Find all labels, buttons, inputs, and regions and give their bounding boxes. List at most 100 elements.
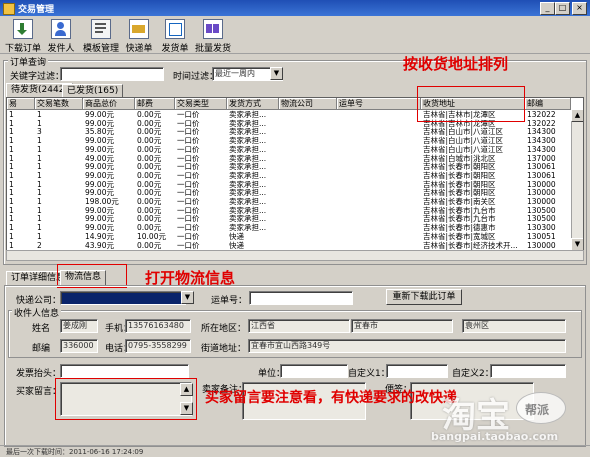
- table-cell: [279, 180, 336, 189]
- table-cell: [279, 197, 336, 206]
- tab-shipped[interactable]: 已发货(165): [62, 84, 124, 98]
- table-cell: 14.90元: [85, 231, 114, 241]
- table-cell: 130000: [527, 179, 556, 189]
- table-cell: 130000: [527, 240, 556, 250]
- redownload-order-button[interactable]: 重新下载此订单: [386, 289, 462, 305]
- street-address-field[interactable]: 宜春市宜山西路349号: [248, 339, 566, 353]
- scroll-up-arrow[interactable]: ▲: [571, 109, 583, 122]
- sender-icon: [51, 19, 71, 39]
- minimize-button[interactable]: _: [540, 2, 555, 15]
- table-cell: [337, 119, 420, 128]
- table-row[interactable]: 1 1 99.00元 0.00元 一口价 卖家承担... 吉林省|白山市|八道江区 13430…: [7, 136, 571, 145]
- city-field[interactable]: 宜春市: [351, 319, 453, 333]
- column-header[interactable]: 易: [7, 98, 35, 110]
- invoice-title-input[interactable]: [60, 364, 189, 378]
- table-row[interactable]: 1 1 198.00元 0.00元 一口价 卖家承担... 吉林省|长春市|南关区 13000…: [7, 197, 571, 206]
- table-row[interactable]: 1 1 99.00元 0.00元 一口价 卖家承担... 吉林省|白山市|八道江区 13430…: [7, 145, 571, 154]
- chevron-down-icon[interactable]: ▼: [181, 291, 194, 304]
- table-scrollbar[interactable]: ▲ ▼: [571, 109, 583, 251]
- buyer-message-annotation: 买家留言要注意看，有快递要求的改快递: [205, 390, 457, 406]
- table-row[interactable]: 1 1 14.90元 10.00元 一口价 快递 吉林省|长春市|宽城区 130051: [7, 232, 571, 241]
- phone-field[interactable]: 0795-3558299: [125, 339, 191, 353]
- table-cell: 99.00元: [85, 118, 114, 128]
- table-cell: 130000: [527, 188, 556, 198]
- table-cell: 一口价: [177, 240, 200, 250]
- table-cell: 198.00元: [85, 197, 119, 206]
- column-header[interactable]: 交易类型: [175, 98, 227, 110]
- column-header[interactable]: 交易笔数: [35, 98, 83, 110]
- table-cell: 卖家承担...: [229, 162, 267, 172]
- name-field[interactable]: 姜成刚: [60, 319, 98, 333]
- table-cell: [279, 145, 336, 154]
- table-row[interactable]: 1 1 99.00元 0.00元 一口价 卖家承担... 吉林省|长春市|九台市 130500: [7, 206, 571, 215]
- express-company-select[interactable]: [60, 291, 186, 305]
- column-header[interactable]: 邮编: [525, 98, 571, 110]
- table-cell: [279, 162, 336, 171]
- table-cell: 99.00元: [85, 188, 114, 198]
- table-cell: 130500: [527, 205, 556, 215]
- table-cell: 0.00元: [137, 214, 162, 224]
- download-orders-button[interactable]: 下载订单: [4, 19, 42, 54]
- keyword-filter-input[interactable]: [60, 67, 164, 81]
- template-icon: [91, 19, 111, 39]
- table-cell: 1: [37, 162, 42, 172]
- table-cell: [337, 162, 420, 171]
- table-row[interactable]: 1 1 99.00元 0.00元 一口价 卖家承担... 吉林省|长春市|德惠市 130300: [7, 223, 571, 232]
- column-header[interactable]: 运单号: [337, 98, 421, 110]
- table-row[interactable]: 1 3 35.80元 0.00元 一口价 卖家承担... 吉林省|白山市|八道江区 13430…: [7, 127, 571, 136]
- postcode-label: 邮编: [32, 344, 51, 354]
- table-cell: 0.00元: [137, 223, 162, 233]
- table-cell: [337, 214, 420, 223]
- table-row[interactable]: 1 2 43.90元 0.00元 一口价 快递 吉林省|长春市|经济技术开... 130000: [7, 241, 571, 250]
- shipping-sheet-button[interactable]: 发货单: [160, 19, 190, 54]
- table-cell: [337, 171, 420, 180]
- table-cell: [279, 223, 336, 232]
- chevron-down-icon[interactable]: ▼: [270, 67, 283, 80]
- table-cell: 99.00元: [85, 144, 114, 154]
- mobile-field[interactable]: 13576163480: [125, 319, 191, 333]
- maximize-button[interactable]: □: [555, 2, 570, 15]
- province-field[interactable]: 江西省: [248, 319, 350, 333]
- table-cell: 吉林省|长春市|九台市: [423, 205, 496, 215]
- table-cell: 134300: [527, 136, 556, 146]
- table-cell: 吉林省|长春市|宽城区: [423, 231, 496, 241]
- table-cell: 吉林省|长春市|朝阳区: [423, 170, 496, 180]
- table-cell: 卖家承担...: [229, 205, 267, 215]
- table-row[interactable]: 1 1 99.00元 0.00元 一口价 卖家承担... 吉林省|长春市|朝阳区 130000: [7, 180, 571, 189]
- batch-ship-button[interactable]: 批量发货: [194, 19, 232, 54]
- template-manage-button[interactable]: 模板管理: [82, 19, 120, 54]
- table-row[interactable]: 1 1 99.00元 0.00元 一口价 卖家承担... 吉林省|长春市|九台市 130500: [7, 214, 571, 223]
- table-cell: 一口价: [177, 214, 200, 224]
- table-cell: 130061: [527, 162, 556, 172]
- column-header[interactable]: 发货方式: [227, 98, 279, 110]
- table-cell: 1: [9, 162, 14, 172]
- waybill-input[interactable]: [249, 291, 353, 305]
- table-cell: 1: [37, 170, 42, 180]
- table-cell: 0.00元: [137, 153, 162, 163]
- table-row[interactable]: 1 1 99.00元 0.00元 一口价 卖家承担... 吉林省|长春市|朝阳区 130061: [7, 171, 571, 180]
- table-cell: 吉林省|白山市|八道江区: [423, 136, 504, 146]
- table-row[interactable]: 1 1 99.00元 0.00元 一口价 卖家承担... 吉林省|长春市|朝阳区 130000: [7, 188, 571, 197]
- table-row[interactable]: 1 1 99.00元 0.00元 一口价 卖家承担... 吉林省|长春市|朝阳区 130061: [7, 162, 571, 171]
- table-cell: 1: [37, 179, 42, 189]
- column-header[interactable]: 物流公司: [279, 98, 337, 110]
- region-label: 所在地区：: [201, 324, 247, 334]
- express-sheet-button[interactable]: 快递单: [124, 19, 154, 54]
- column-header[interactable]: 邮费: [135, 98, 175, 110]
- table-cell: 1: [9, 231, 14, 241]
- table-row[interactable]: 1 1 49.00元 0.00元 一口价 卖家承担... 吉林省|白城市|洮北区 137000: [7, 154, 571, 163]
- district-field[interactable]: 袁州区: [462, 319, 566, 333]
- unit-input[interactable]: [280, 364, 348, 378]
- custom2-input[interactable]: [490, 364, 566, 378]
- custom1-input[interactable]: [386, 364, 448, 378]
- sender-button[interactable]: 发件人: [46, 19, 76, 54]
- table-cell: 1: [37, 205, 42, 215]
- table-cell: 卖家承担...: [229, 179, 267, 189]
- postcode-field[interactable]: 336000: [60, 339, 98, 353]
- table-hscrollbar[interactable]: [6, 250, 584, 261]
- table-cell: 卖家承担...: [229, 214, 267, 224]
- close-button[interactable]: ×: [572, 2, 587, 15]
- table-cell: 130061: [527, 170, 556, 180]
- table-cell: 吉林省|白城市|洮北区: [423, 153, 496, 163]
- column-header[interactable]: 商品总价: [83, 98, 135, 110]
